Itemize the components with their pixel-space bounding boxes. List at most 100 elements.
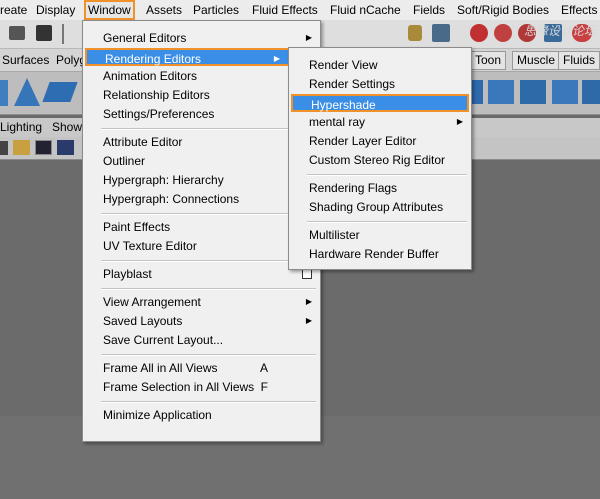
select-icon[interactable] — [432, 24, 450, 42]
menu-item-custom-stereo-rig-editor[interactable]: Custom Stereo Rig Editor — [289, 151, 471, 169]
menu-item-uv-texture-editor[interactable]: UV Texture Editor — [83, 237, 320, 255]
window-menu: General Editors ▶ Rendering Editors ▶ Animat… — [82, 20, 321, 442]
submenu-arrow-icon: ▶ — [273, 54, 280, 63]
menu-item-label: Hypershade — [311, 98, 376, 112]
menu-item-general-editors[interactable]: General Editors ▶ — [83, 29, 320, 47]
wireframe-icon[interactable] — [35, 140, 52, 155]
menu-item-label: UV Texture Editor — [103, 239, 197, 253]
plane-icon[interactable] — [42, 82, 78, 102]
menu-item-label: Hypergraph: Connections — [103, 192, 240, 206]
tab-toon[interactable]: Toon — [470, 51, 507, 70]
menu-item-render-view[interactable]: Render View — [289, 56, 471, 74]
menu-item-label: Hardware Render Buffer — [309, 247, 439, 261]
panel-menu-lighting[interactable]: Lighting — [0, 119, 42, 136]
menu-item-label: Paint Effects — [103, 220, 171, 234]
menu-separator — [307, 174, 467, 176]
menu-soft-rigid-bodies[interactable]: Soft/Rigid Bodies — [457, 2, 549, 18]
menu-item-saved-layouts[interactable]: Saved Layouts ▶ — [83, 312, 320, 330]
poly-shelf-icon-3[interactable] — [552, 80, 578, 104]
menu-item-label: Playblast — [103, 267, 152, 281]
menu-item-hypergraph-hierarchy[interactable]: Hypergraph: Hierarchy — [83, 171, 320, 189]
menu-separator — [307, 221, 467, 223]
shaded-icon[interactable] — [57, 140, 74, 155]
menu-separator — [101, 260, 316, 262]
menu-item-label: Save Current Layout... — [103, 333, 224, 347]
separator-icon — [62, 24, 64, 44]
menu-item-paint-effects[interactable]: Paint Effects — [83, 218, 320, 236]
folder-icon[interactable] — [9, 26, 25, 40]
poly-shelf-icon-1[interactable] — [488, 80, 514, 104]
option-box-icon[interactable] — [302, 269, 312, 279]
menu-item-shading-group-attributes[interactable]: Shading Group Attributes — [289, 198, 471, 216]
menu-item-mental-ray[interactable]: mental ray ▶ — [289, 113, 471, 131]
menu-window[interactable]: Window — [84, 0, 135, 20]
menu-fluid-effects[interactable]: Fluid Effects — [252, 2, 318, 18]
menu-item-label: Multilister — [309, 228, 360, 242]
menu-item-playblast[interactable]: Playblast — [83, 265, 320, 283]
magnet-icon[interactable] — [470, 24, 488, 42]
menu-item-hypergraph-connections[interactable]: Hypergraph: Connections — [83, 190, 320, 208]
menu-item-label: Minimize Application — [103, 408, 212, 422]
menu-item-label: Outliner — [103, 154, 146, 168]
menu-fluid-ncache[interactable]: Fluid nCache — [330, 2, 401, 18]
watermark: 思缘设计论坛 — [523, 24, 596, 38]
menu-shortcut: A — [259, 361, 268, 375]
menu-item-multilister[interactable]: Multilister — [289, 226, 471, 244]
grid-icon[interactable] — [13, 140, 30, 155]
submenu-arrow-icon: ▶ — [305, 316, 312, 325]
menu-item-label: Relationship Editors — [103, 88, 210, 102]
menu-item-settings-preferences[interactable]: Settings/Preferences▶ — [83, 105, 320, 123]
menu-item-label: Shading Group Attributes — [309, 200, 444, 214]
menu-item-view-arrangement[interactable]: View Arrangement ▶ — [83, 293, 320, 311]
tab-surfaces[interactable]: Surfaces — [2, 52, 49, 69]
menu-item-label: Saved Layouts — [103, 314, 183, 328]
snap-curve-icon[interactable] — [494, 24, 512, 42]
menu-item-label: Rendering Flags — [309, 181, 398, 195]
menu-item-label: Hypergraph: Hierarchy — [103, 173, 224, 187]
poly-shelf-icon-2[interactable] — [520, 80, 546, 104]
menu-item-relationship-editors[interactable]: Relationship Editors▶ — [83, 86, 320, 104]
menu-item-animation-editors[interactable]: Animation Editors▶ — [83, 67, 320, 85]
menu-particles[interactable]: Particles — [193, 2, 239, 18]
menu-bar: reate Display Window Assets Particles Fluid E… — [0, 0, 600, 21]
menu-fields[interactable]: Fields — [413, 2, 445, 18]
menu-separator — [101, 288, 316, 290]
menu-item-label: Animation Editors — [103, 69, 198, 83]
lock-icon[interactable] — [408, 25, 422, 41]
tab-fluids[interactable]: Fluids — [558, 51, 600, 70]
menu-separator — [101, 213, 316, 215]
menu-item-label: Attribute Editor — [103, 135, 183, 149]
tab-muscle[interactable]: Muscle — [512, 51, 561, 70]
menu-item-hypershade[interactable]: Hypershade — [291, 94, 469, 112]
menu-item-save-current-layout[interactable]: Save Current Layout... — [83, 331, 320, 349]
menu-item-frame-selection-in-all-views[interactable]: Frame Selection in All Views F — [83, 378, 320, 396]
save-icon[interactable] — [36, 25, 52, 41]
submenu-arrow-icon: ▶ — [305, 297, 312, 306]
menu-item-render-layer-editor[interactable]: Render Layer Editor — [289, 132, 471, 150]
cone-icon[interactable] — [14, 78, 40, 106]
menu-item-attribute-editor[interactable]: Attribute Editor — [83, 133, 320, 151]
submenu-arrow-icon: ▶ — [456, 117, 463, 126]
menu-item-minimize-application[interactable]: Minimize Application — [83, 406, 320, 424]
menu-item-hardware-render-buffer[interactable]: Hardware Render Buffer — [289, 245, 471, 263]
poly-shelf-icon-4[interactable] — [582, 80, 600, 104]
menu-item-rendering-editors[interactable]: Rendering Editors ▶ — [85, 48, 290, 66]
menu-item-outliner[interactable]: Outliner — [83, 152, 320, 170]
camera-icon[interactable] — [0, 141, 8, 155]
menu-item-label: Render Layer Editor — [309, 134, 417, 148]
panel-menu-show[interactable]: Show — [52, 119, 82, 136]
sphere-shelf-icon[interactable] — [0, 80, 8, 106]
menu-assets[interactable]: Assets — [146, 2, 182, 18]
menu-reate[interactable]: reate — [0, 2, 27, 18]
menu-separator — [101, 401, 316, 403]
menu-item-label: Settings/Preferences — [103, 107, 215, 121]
rendering-editors-submenu: Render View Render Settings Hypershade ment… — [288, 47, 472, 270]
menu-display[interactable]: Display — [36, 2, 75, 18]
menu-effects[interactable]: Effects — [561, 2, 597, 18]
menu-item-frame-all-in-all-views[interactable]: Frame All in All Views A — [83, 359, 320, 377]
menu-shortcut: F — [260, 380, 268, 394]
menu-item-render-settings[interactable]: Render Settings — [289, 75, 471, 93]
menu-separator — [101, 128, 316, 130]
menu-item-rendering-flags[interactable]: Rendering Flags — [289, 179, 471, 197]
menu-item-label: mental ray — [309, 115, 366, 129]
